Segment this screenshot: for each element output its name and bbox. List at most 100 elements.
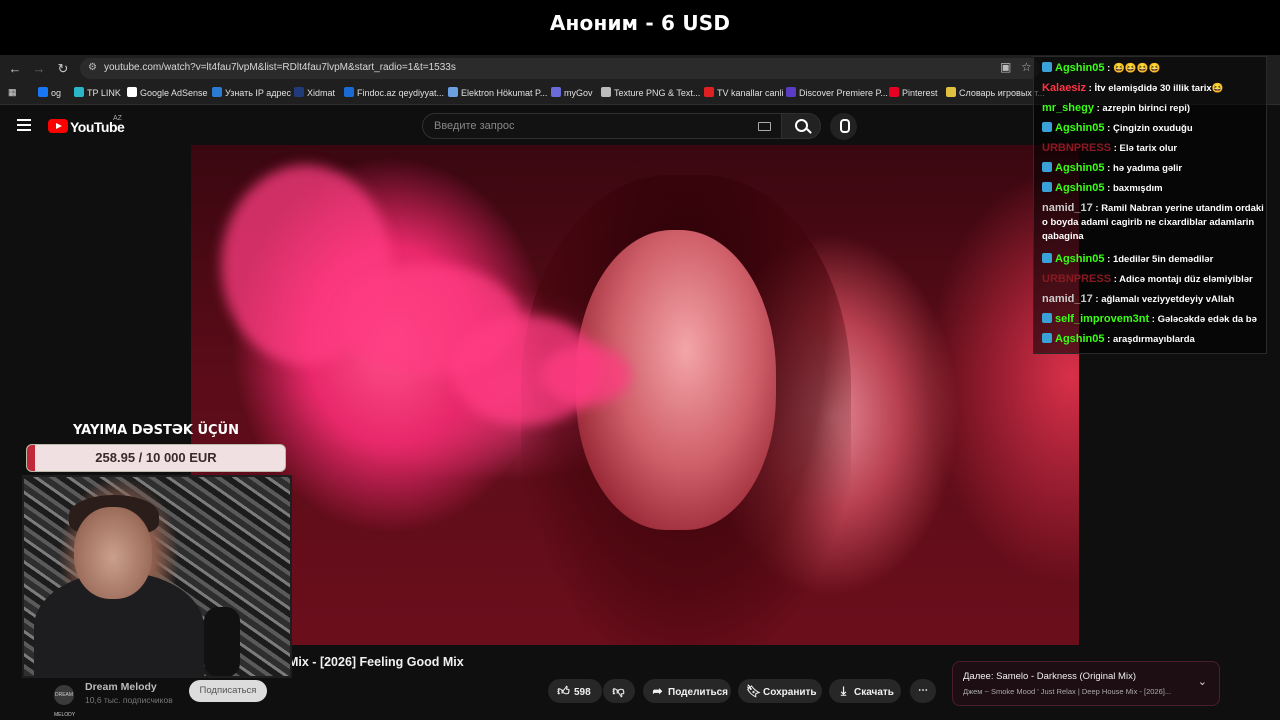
bookmark-adsense[interactable]: Google AdSense xyxy=(127,87,208,98)
bookmark-favicon-icon xyxy=(704,87,714,97)
webcam-feed xyxy=(22,475,292,678)
chat-badge-icon xyxy=(1042,62,1052,72)
bookmark-og[interactable]: og xyxy=(38,87,61,98)
bookmark-findoc[interactable]: Findoc.az qeydiyyat... xyxy=(344,87,444,98)
menu-icon[interactable] xyxy=(17,119,31,131)
more-icon: ⋯ xyxy=(918,685,928,696)
bookmark-favicon-icon xyxy=(889,87,899,97)
chat-message: Agshin05 : hə yadıma gəlir xyxy=(1042,161,1270,176)
thumbs-up-icon: 👍︎ xyxy=(557,684,570,698)
download-icon: ⤓ xyxy=(840,684,847,698)
bookmark-ip[interactable]: Узнать IP адрес xyxy=(212,87,291,98)
bookmark-xidmat[interactable]: Xidmat xyxy=(294,87,335,98)
share-icon: ➦ xyxy=(652,684,663,698)
bookmark-favicon-icon xyxy=(212,87,222,97)
apps-icon[interactable]: ▦ xyxy=(8,87,17,98)
up-next-playlist: Джем ~ Smoke Mood ' Just Relax | Deep Ho… xyxy=(963,687,1172,696)
up-next-panel[interactable]: Далее: Samelo - Darkness (Original Mix) … xyxy=(952,661,1220,706)
thumbs-down-icon: 👎︎ xyxy=(612,684,625,698)
subscriber-count: 10,6 тыс. подписчиков xyxy=(85,695,173,705)
chat-username: URBNPRESS xyxy=(1042,142,1112,154)
chat-message: self_improvem3nt : Gələcəkdə edək da bə xyxy=(1042,312,1270,327)
search-placeholder: Введите запрос xyxy=(434,120,515,132)
voice-search-icon[interactable] xyxy=(830,113,857,140)
dislike-button[interactable]: 👎︎ xyxy=(603,679,635,703)
chat-username: self_improvem3nt xyxy=(1055,313,1150,325)
donation-progress-text: 258.95 / 10 000 EUR xyxy=(95,450,217,465)
more-actions-button[interactable]: ⋯ xyxy=(910,679,936,703)
chat-text: : ağlamalı veziyyetdeyiy vAllah xyxy=(1092,294,1235,305)
chat-badge-icon xyxy=(1042,253,1052,263)
url-text: youtube.com/watch?v=lt4fau7lvpM&list=RDl… xyxy=(104,62,456,73)
stream-title: Аноним - 6 USD xyxy=(0,0,1280,50)
site-info-icon[interactable]: ⚙ xyxy=(88,62,97,73)
bookmark-favicon-icon xyxy=(127,87,137,97)
microphone-icon xyxy=(204,607,240,676)
bookmark-tv[interactable]: TV kanallar canli xyxy=(704,87,784,98)
chat-username: Agshin05 xyxy=(1055,162,1105,174)
chat-username: Agshin05 xyxy=(1055,122,1105,134)
chat-username: Kalaesiz xyxy=(1042,82,1087,94)
chat-text: : araşdırmayıblarda xyxy=(1104,334,1195,345)
bookmark-premiere[interactable]: Discover Premiere P... xyxy=(786,87,888,98)
install-icon[interactable]: ▣ xyxy=(1000,60,1011,74)
video-player[interactable] xyxy=(191,145,1079,645)
webcam-person-head xyxy=(74,507,152,599)
chevron-down-icon[interactable]: ⌄ xyxy=(1198,675,1207,688)
smoke-cloud xyxy=(541,345,631,405)
search-input[interactable]: Введите запрос xyxy=(422,113,782,139)
chat-message: URBNPRESS : Adicə montajı düz eləmiyiblə… xyxy=(1042,272,1270,287)
region-code: AZ xyxy=(113,115,122,122)
bookmark-star-icon[interactable]: ☆ xyxy=(1021,60,1032,74)
chat-message: Agshin05 : araşdırmayıblarda xyxy=(1042,332,1270,347)
chat-message: Agshin05 : baxmışdım xyxy=(1042,181,1270,196)
bookmark-slovar[interactable]: Словарь игровых т... xyxy=(946,87,1045,98)
chat-message: Kalaesiz : İtv eləmişdidə 30 illik tarix… xyxy=(1042,81,1270,96)
chat-message: Agshin05 : 😆😆😆😆 xyxy=(1042,61,1270,76)
bookmark-favicon-icon xyxy=(448,87,458,97)
youtube-logo-icon[interactable] xyxy=(48,119,68,133)
chat-text: : baxmışdım xyxy=(1104,183,1163,194)
search-button[interactable] xyxy=(781,113,821,139)
url-field[interactable]: ⚙ youtube.com/watch?v=lt4fau7lvpM&list=R… xyxy=(80,58,1040,79)
channel-name[interactable]: Dream Melody xyxy=(85,681,157,693)
chat-text: : Adicə montajı düz eləmiyiblər xyxy=(1111,274,1253,285)
bookmark-favicon-icon xyxy=(38,87,48,97)
bookmark-favicon-icon xyxy=(74,87,84,97)
chat-text: : hə yadıma gəlir xyxy=(1104,163,1183,174)
bookmark-tp-link[interactable]: TP LINK xyxy=(74,87,121,98)
bookmark-favicon-icon xyxy=(601,87,611,97)
chat-text: : 😆😆😆😆 xyxy=(1104,63,1161,74)
bookmark-mygov[interactable]: myGov xyxy=(551,87,593,98)
avatar[interactable]: DREAM MELODY xyxy=(54,685,75,718)
subscribe-button[interactable]: Подписаться xyxy=(189,680,267,702)
chat-overlay: Agshin05 : 😆😆😆😆 Kalaesiz : İtv eləmişdidə… xyxy=(1033,56,1267,354)
bookmark-elektron[interactable]: Elektron Hökumat P... xyxy=(448,87,547,98)
bookmark-favicon-icon xyxy=(551,87,561,97)
save-button[interactable]: 🔖︎ Сохранить xyxy=(738,679,822,703)
video-title: Mix - [2026] Feeling Good Mix xyxy=(288,655,464,669)
chat-badge-icon xyxy=(1042,162,1052,172)
chat-message: namid_17 : ağlamalı veziyyetdeyiy vAllah xyxy=(1042,292,1270,307)
chat-username: URBNPRESS xyxy=(1042,273,1112,285)
reload-icon[interactable]: ↻ xyxy=(54,60,72,78)
bookmark-pinterest[interactable]: Pinterest xyxy=(889,87,938,98)
bookmark-texture[interactable]: Texture PNG & Text... xyxy=(601,87,700,98)
screen: Аноним - 6 USD ← → ↻ ⚙ youtube.com/watch… xyxy=(0,0,1280,720)
download-button[interactable]: ⤓ Скачать xyxy=(829,679,901,703)
back-icon[interactable]: ← xyxy=(6,60,24,78)
like-button[interactable]: 👍︎ 598 xyxy=(548,679,602,703)
bookmark-favicon-icon xyxy=(344,87,354,97)
chat-text: : Gələcəkdə edək da bə xyxy=(1149,314,1257,325)
keyboard-icon[interactable] xyxy=(758,122,771,131)
chat-username: mr_shegy xyxy=(1042,102,1094,114)
chat-text: : Çingizin oxuduğu xyxy=(1104,123,1193,134)
donation-progress-bar: 258.95 / 10 000 EUR xyxy=(26,444,286,472)
chat-text: : Elə tarix olur xyxy=(1111,143,1178,154)
like-count: 598 xyxy=(574,687,591,698)
chat-username: Agshin05 xyxy=(1055,253,1105,265)
bookmark-favicon-icon xyxy=(786,87,796,97)
share-button[interactable]: ➦ Поделиться xyxy=(643,679,731,703)
bookmark-icon: 🔖︎ xyxy=(746,684,762,698)
forward-icon[interactable]: → xyxy=(30,60,48,78)
